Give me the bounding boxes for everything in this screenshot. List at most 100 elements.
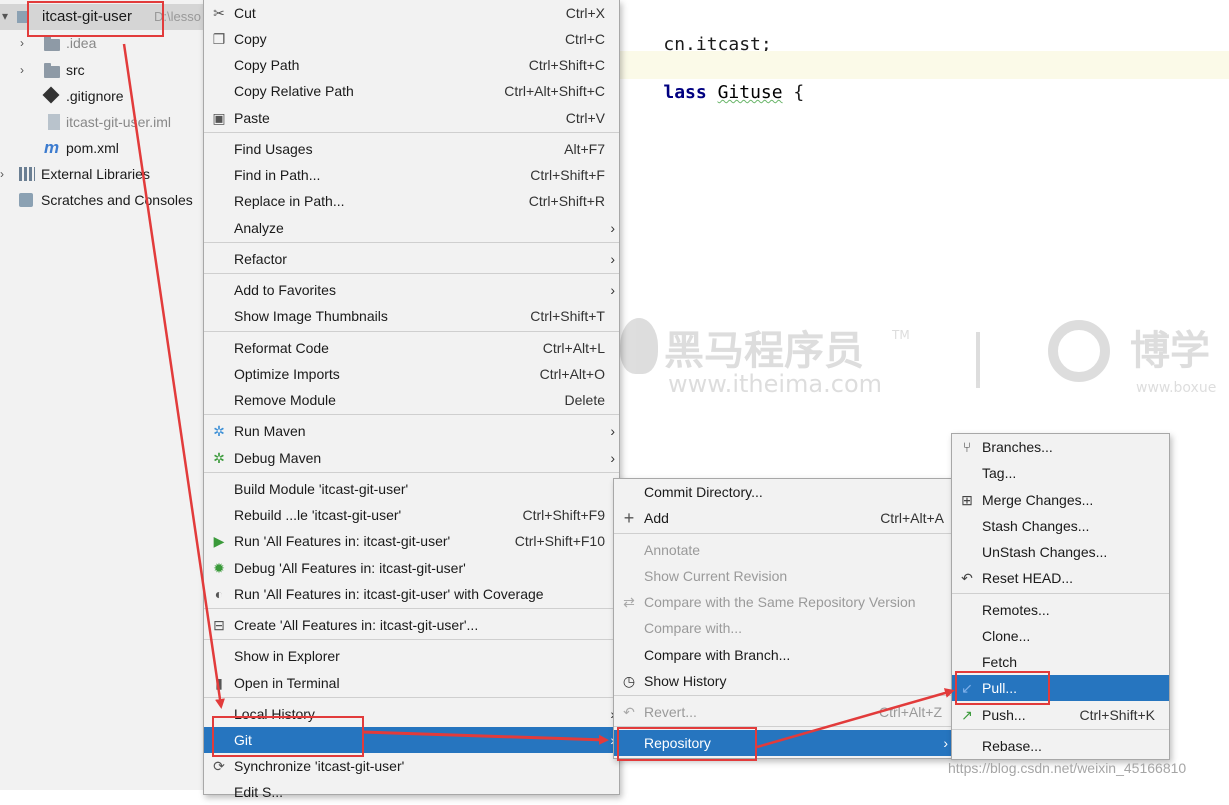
tree-item-iml[interactable]: itcast-git-user.iml — [0, 109, 204, 135]
menu-item-remove-module[interactable]: Remove Module Delete — [204, 387, 619, 413]
menu-item-reformat-code[interactable]: Reformat Code Ctrl+Alt+L — [204, 335, 619, 361]
menu-item-analyze[interactable]: Analyze › — [204, 215, 619, 241]
menu-item-label: Run 'All Features in: itcast-git-user' w… — [234, 586, 544, 602]
menu-item-edit[interactable]: Edit S... — [204, 779, 619, 805]
menu-item-shortcut: Ctrl+Shift+C — [528, 57, 605, 73]
git-file-icon — [42, 86, 60, 104]
menu-item-paste[interactable]: ▣ Paste Ctrl+V — [204, 105, 619, 131]
chevron-right-icon[interactable]: › — [0, 161, 4, 187]
menu-item-shortcut: Ctrl+Shift+F — [530, 167, 605, 183]
menu-item-compare-with[interactable]: Compare with... — [614, 615, 952, 641]
menu-item-show-image-thumbnails[interactable]: Show Image Thumbnails Ctrl+Shift+T — [204, 303, 619, 329]
tree-item-label: src — [66, 62, 85, 78]
compare-icon: ⇄ — [623, 594, 635, 610]
submenu-arrow-icon: › — [610, 251, 615, 267]
tree-item-pom[interactable]: m pom.xml — [0, 135, 204, 161]
menu-separator — [204, 608, 619, 609]
menu-item-copy-path[interactable]: Copy Path Ctrl+Shift+C — [204, 52, 619, 78]
menu-item-annotate[interactable]: Annotate — [614, 537, 952, 563]
menu-item-shortcut: Ctrl+Alt+O — [539, 366, 605, 382]
watermark-brand: 黑马程序员 — [664, 328, 864, 374]
menu-item-label: Merge Changes... — [982, 492, 1094, 508]
menu-item-debug-all-features[interactable]: ✹ Debug 'All Features in: itcast-git-user… — [204, 555, 619, 581]
menu-item-create-config[interactable]: ⊟ Create 'All Features in: itcast-git-use… — [204, 612, 619, 638]
maven-debug-icon: ✲ — [213, 450, 225, 466]
menu-item-label: Build Module 'itcast-git-user' — [234, 481, 409, 497]
menu-item-run-with-coverage[interactable]: ◐ Run 'All Features in: itcast-git-user' … — [204, 581, 619, 607]
menu-item-show-history[interactable]: ◷ Show History — [614, 668, 952, 694]
tree-item-scratches[interactable]: Scratches and Consoles — [0, 187, 204, 213]
annotation-box-git — [212, 716, 364, 757]
menu-item-remotes[interactable]: Remotes... — [952, 597, 1169, 623]
menu-item-commit-directory[interactable]: Commit Directory... — [614, 479, 952, 505]
create-config-icon: ⊟ — [213, 617, 225, 633]
menu-item-label: Compare with Branch... — [644, 647, 791, 663]
annotation-box-repository — [617, 727, 757, 761]
menu-item-cut[interactable]: ✂ Cut Ctrl+X — [204, 0, 619, 26]
tree-item-external-libraries[interactable]: › External Libraries — [0, 161, 204, 187]
menu-item-unstash-changes[interactable]: UnStash Changes... — [952, 539, 1169, 565]
menu-item-label: Refactor — [234, 251, 287, 267]
copy-icon: ❐ — [212, 31, 226, 47]
menu-item-label: Cut — [234, 5, 256, 21]
menu-item-compare-with-branch[interactable]: Compare with Branch... — [614, 642, 952, 668]
menu-item-stash-changes[interactable]: Stash Changes... — [952, 513, 1169, 539]
expand-chevron-icon[interactable]: ▾ — [2, 9, 8, 23]
menu-item-revert[interactable]: ↶ Revert... Ctrl+Alt+Z — [614, 699, 952, 725]
chevron-right-icon[interactable]: › — [20, 57, 24, 83]
menu-item-label: Edit S... — [234, 784, 284, 800]
menu-item-shortcut: Ctrl+Shift+K — [1079, 707, 1155, 723]
menu-item-push[interactable]: ↗ Push... Ctrl+Shift+K — [952, 702, 1169, 728]
menu-item-rebase[interactable]: Rebase... — [952, 733, 1169, 759]
menu-item-label: Show History — [644, 673, 727, 689]
project-tree: ▾ itcast-git-user D:\lesso › .idea › src… — [0, 0, 204, 790]
menu-item-rebuild-module[interactable]: Rebuild ...le 'itcast-git-user' Ctrl+Shif… — [204, 502, 619, 528]
watermark-divider — [976, 332, 980, 388]
menu-item-compare-same-repo[interactable]: ⇄ Compare with the Same Repository Versio… — [614, 589, 952, 615]
menu-item-refactor[interactable]: Refactor › — [204, 246, 619, 272]
watermark-logo2-icon — [1048, 320, 1110, 382]
menu-item-build-module[interactable]: Build Module 'itcast-git-user' — [204, 476, 619, 502]
menu-separator — [204, 242, 619, 243]
menu-item-show-in-explorer[interactable]: Show in Explorer — [204, 643, 619, 669]
menu-item-optimize-imports[interactable]: Optimize Imports Ctrl+Alt+O — [204, 361, 619, 387]
menu-item-merge-changes[interactable]: ⊞ Merge Changes... — [952, 487, 1169, 513]
menu-item-reset-head[interactable]: ↶ Reset HEAD... — [952, 565, 1169, 591]
menu-item-run-all-features[interactable]: ▶ Run 'All Features in: itcast-git-user' C… — [204, 528, 619, 554]
libraries-icon — [19, 167, 35, 181]
menu-item-clone[interactable]: Clone... — [952, 623, 1169, 649]
menu-item-find-in-path[interactable]: Find in Path... Ctrl+Shift+F — [204, 162, 619, 188]
menu-item-label: Rebuild ...le 'itcast-git-user' — [234, 507, 402, 523]
code-line-class: lass Gituse { — [618, 51, 1229, 103]
menu-item-run-maven[interactable]: ✲ Run Maven › — [204, 418, 619, 444]
watermark-brand2: 博学 — [1130, 328, 1210, 374]
menu-item-label: Show Image Thumbnails — [234, 308, 388, 324]
tree-item-label: itcast-git-user.iml — [66, 114, 172, 130]
tree-item-src[interactable]: › src — [0, 57, 204, 83]
menu-item-shortcut: Ctrl+Shift+T — [530, 308, 605, 324]
menu-item-label: Remotes... — [982, 602, 1050, 618]
menu-item-tag[interactable]: Tag... — [952, 460, 1169, 486]
menu-item-shortcut: Ctrl+Alt+A — [880, 510, 944, 526]
submenu-arrow-icon: › — [943, 735, 948, 751]
menu-item-find-usages[interactable]: Find Usages Alt+F7 — [204, 136, 619, 162]
code-brace: { — [782, 82, 805, 103]
menu-item-show-current-revision[interactable]: Show Current Revision — [614, 563, 952, 589]
menu-item-open-in-terminal[interactable]: ▮ Open in Terminal — [204, 670, 619, 696]
tree-item-gitignore[interactable]: .gitignore — [0, 83, 204, 109]
menu-item-copy[interactable]: ❐ Copy Ctrl+C — [204, 26, 619, 52]
menu-item-add-to-favorites[interactable]: Add to Favorites › — [204, 277, 619, 303]
menu-item-branches[interactable]: ⑂ Branches... — [952, 434, 1169, 460]
debug-icon: ✹ — [213, 560, 225, 576]
tree-item-label: External Libraries — [41, 166, 150, 182]
menu-item-label: Create 'All Features in: itcast-git-user… — [234, 617, 479, 633]
menu-item-label: Clone... — [982, 628, 1031, 644]
undo-icon: ↶ — [961, 570, 973, 586]
menu-item-add[interactable]: + Add Ctrl+Alt+A — [614, 505, 952, 531]
menu-item-replace-in-path[interactable]: Replace in Path... Ctrl+Shift+R — [204, 188, 619, 214]
chevron-right-icon[interactable]: › — [20, 30, 24, 56]
watermark-tm: TM — [892, 328, 910, 342]
menu-item-debug-maven[interactable]: ✲ Debug Maven › — [204, 445, 619, 471]
menu-item-copy-relative-path[interactable]: Copy Relative Path Ctrl+Alt+Shift+C — [204, 78, 619, 104]
watermark-url: www.itheima.com — [668, 370, 883, 398]
